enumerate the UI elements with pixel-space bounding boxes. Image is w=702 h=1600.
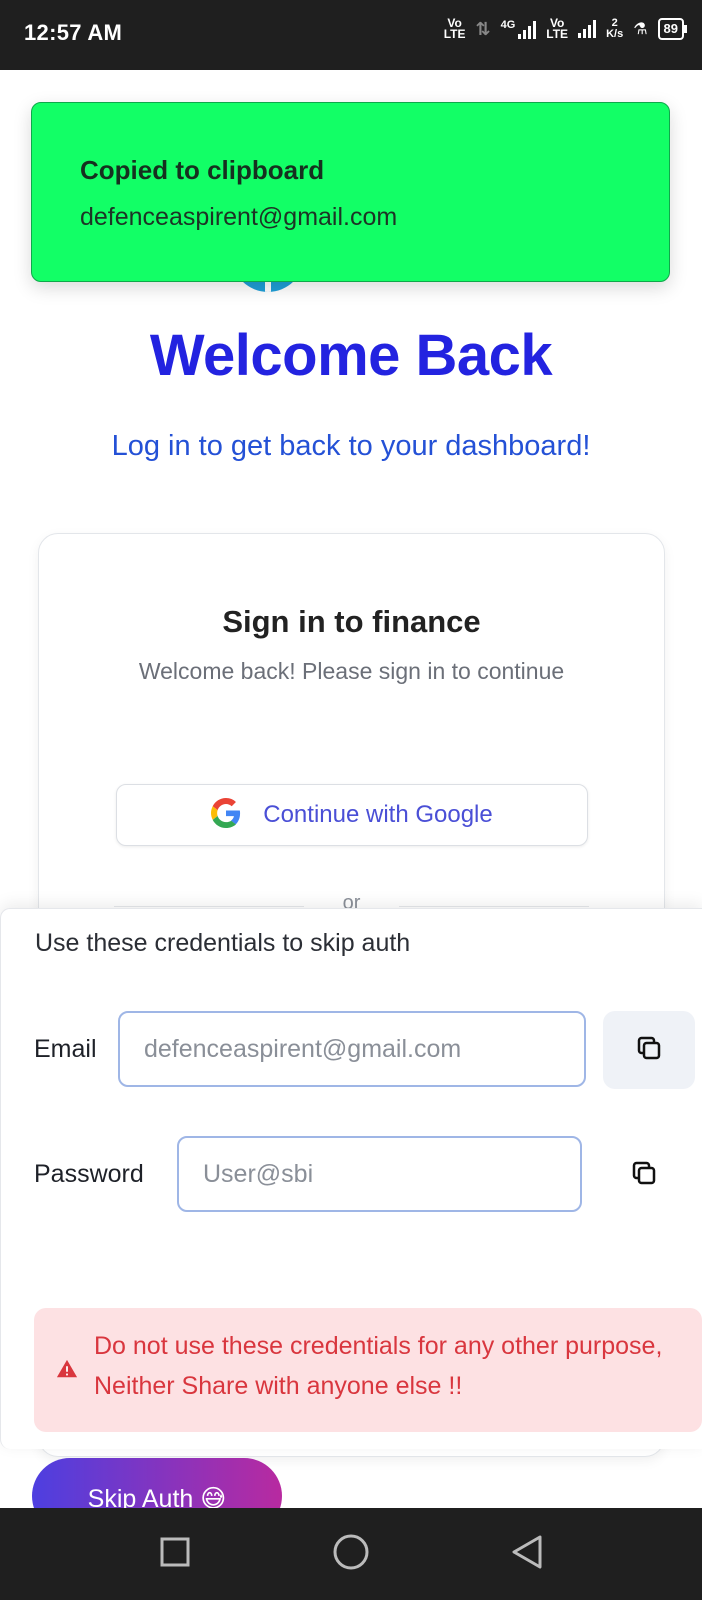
recents-icon xyxy=(159,1536,191,1573)
battery-level: 89 xyxy=(663,21,678,36)
toast-title: Copied to clipboard xyxy=(80,155,325,185)
google-icon xyxy=(211,797,241,833)
continue-with-google-button[interactable]: Continue with Google xyxy=(116,784,588,846)
home-button[interactable] xyxy=(291,1508,411,1600)
volte-indicator: Vo LTE xyxy=(443,16,466,41)
password-field[interactable]: User@sbi xyxy=(177,1136,582,1212)
flask-icon: ⚗ xyxy=(633,21,648,38)
card-title: Sign in to finance xyxy=(222,604,481,639)
warning-icon xyxy=(56,1358,78,1385)
signal-1: 4G xyxy=(501,19,537,39)
copy-password-button[interactable] xyxy=(598,1136,690,1214)
password-value: User@sbi xyxy=(203,1159,314,1188)
signal-bars-icon xyxy=(578,20,597,38)
email-value: defenceaspirent@gmail.com xyxy=(144,1034,462,1063)
copy-email-button[interactable] xyxy=(603,1011,695,1089)
navigation-bar xyxy=(0,1508,702,1600)
page-title: Welcome Back xyxy=(149,323,553,388)
copy-icon xyxy=(629,1158,659,1193)
network-type: 4G xyxy=(500,19,516,31)
signal-bars-icon xyxy=(518,21,537,39)
card-subtitle: Welcome back! Please sign in to continue xyxy=(138,658,565,684)
toast-message: defenceaspirent@gmail.com xyxy=(80,203,398,231)
network-speed: 2 K/s xyxy=(606,17,624,40)
credentials-heading: Use these credentials to skip auth xyxy=(35,929,411,957)
warning-text: Do not use these credentials for any oth… xyxy=(94,1332,663,1400)
email-field[interactable]: defenceaspirent@gmail.com xyxy=(118,1011,586,1087)
page-subtitle: Log in to get back to your dashboard! xyxy=(111,430,591,462)
back-button[interactable] xyxy=(467,1508,587,1600)
status-bar: 12:57 AM Vo LTE ⇅ 4G Vo LTE 2 K/s ⚗ 89 xyxy=(0,0,702,70)
back-icon xyxy=(510,1534,544,1575)
status-icons: Vo LTE ⇅ 4G Vo LTE 2 K/s ⚗ 89 xyxy=(443,16,688,41)
battery-icon: 89 xyxy=(657,18,688,40)
home-icon xyxy=(332,1533,370,1576)
email-label: Email xyxy=(34,1035,97,1063)
warning-banner: Do not use these credentials for any oth… xyxy=(34,1308,702,1432)
copied-toast: Copied to clipboard defenceaspirent@gmai… xyxy=(31,102,670,282)
google-button-label: Continue with Google xyxy=(263,801,493,828)
status-time: 12:57 AM xyxy=(24,20,123,45)
data-arrows-icon: ⇅ xyxy=(475,18,491,39)
divider-right xyxy=(399,906,589,907)
copy-icon xyxy=(634,1033,664,1068)
password-label: Password xyxy=(34,1160,144,1188)
volte-indicator-2: Vo LTE xyxy=(546,16,569,41)
recents-button[interactable] xyxy=(115,1508,235,1600)
